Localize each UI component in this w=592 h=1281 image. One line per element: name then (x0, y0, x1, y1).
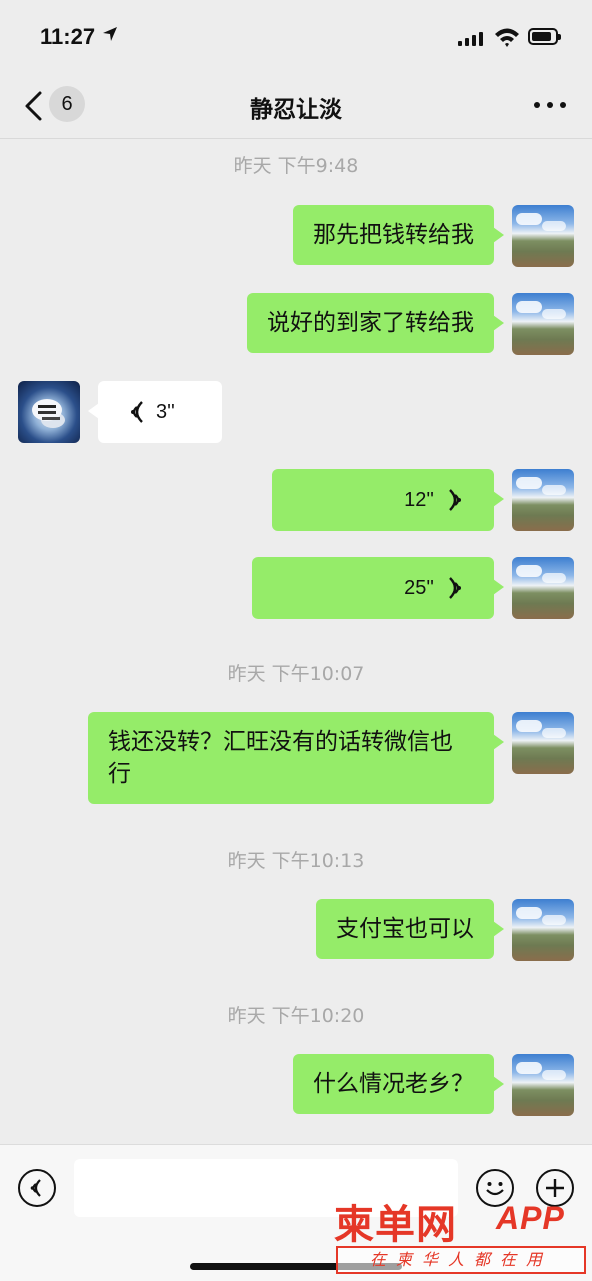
timestamp: 昨天 下午10:13 (227, 850, 365, 872)
message-bubble-sent[interactable]: 说好的到家了转给我 (247, 293, 504, 353)
message-bubble-sent[interactable]: 什么情况老乡？ (293, 1054, 504, 1114)
voice-icon[interactable] (18, 1169, 56, 1207)
watermark-app-label: APP (496, 1200, 565, 1236)
my-avatar[interactable] (512, 899, 574, 961)
status-time: 11:27 (40, 24, 96, 49)
message-bubble-sent[interactable]: 支付宝也可以 (316, 899, 504, 959)
more-dots-icon[interactable] (534, 102, 566, 110)
timestamp: 昨天 下午10:07 (227, 663, 365, 685)
my-avatar[interactable] (512, 469, 574, 531)
my-avatar[interactable] (512, 205, 574, 267)
my-avatar[interactable] (512, 1054, 574, 1116)
message-bubble-sent[interactable]: 那先把钱转给我 (293, 205, 504, 265)
voice-message-sent[interactable]: 25'' (252, 557, 504, 619)
wifi-icon (495, 28, 519, 47)
watermark-slogan: 在柬华人都在用 (336, 1246, 586, 1274)
location-arrow-icon (103, 27, 117, 41)
voice-wave-icon (449, 489, 461, 511)
chat-header: 6 静忍让淡 (0, 74, 592, 139)
my-avatar[interactable] (512, 293, 574, 355)
voice-duration: 12'' (404, 489, 434, 511)
my-avatar[interactable] (512, 557, 574, 619)
battery-icon (528, 28, 561, 45)
message-bubble-sent[interactable]: 钱还没转？汇旺没有的话转微信也行 (88, 712, 504, 804)
voice-message-received[interactable]: 3'' (88, 381, 222, 443)
watermark-logo: 柬单网 (334, 1202, 457, 1248)
timestamp: 昨天 下午10:20 (227, 1005, 365, 1027)
contact-avatar[interactable] (18, 381, 80, 443)
voice-message-sent[interactable]: 12'' (272, 469, 504, 531)
message-list[interactable]: 昨天 下午9:48 那先把钱转给我 说好的到家了转给我 3'' 12'' 25'… (0, 139, 592, 1144)
voice-duration: 25'' (404, 577, 434, 599)
voice-wave-icon (131, 401, 143, 423)
my-avatar[interactable] (512, 712, 574, 774)
signal-icon (458, 32, 486, 46)
timestamp: 昨天 下午9:48 (233, 155, 359, 177)
voice-duration: 3'' (156, 401, 175, 423)
chat-title: 静忍让淡 (250, 97, 342, 123)
voice-wave-icon (449, 577, 461, 599)
status-bar: 11:27 (0, 0, 592, 74)
